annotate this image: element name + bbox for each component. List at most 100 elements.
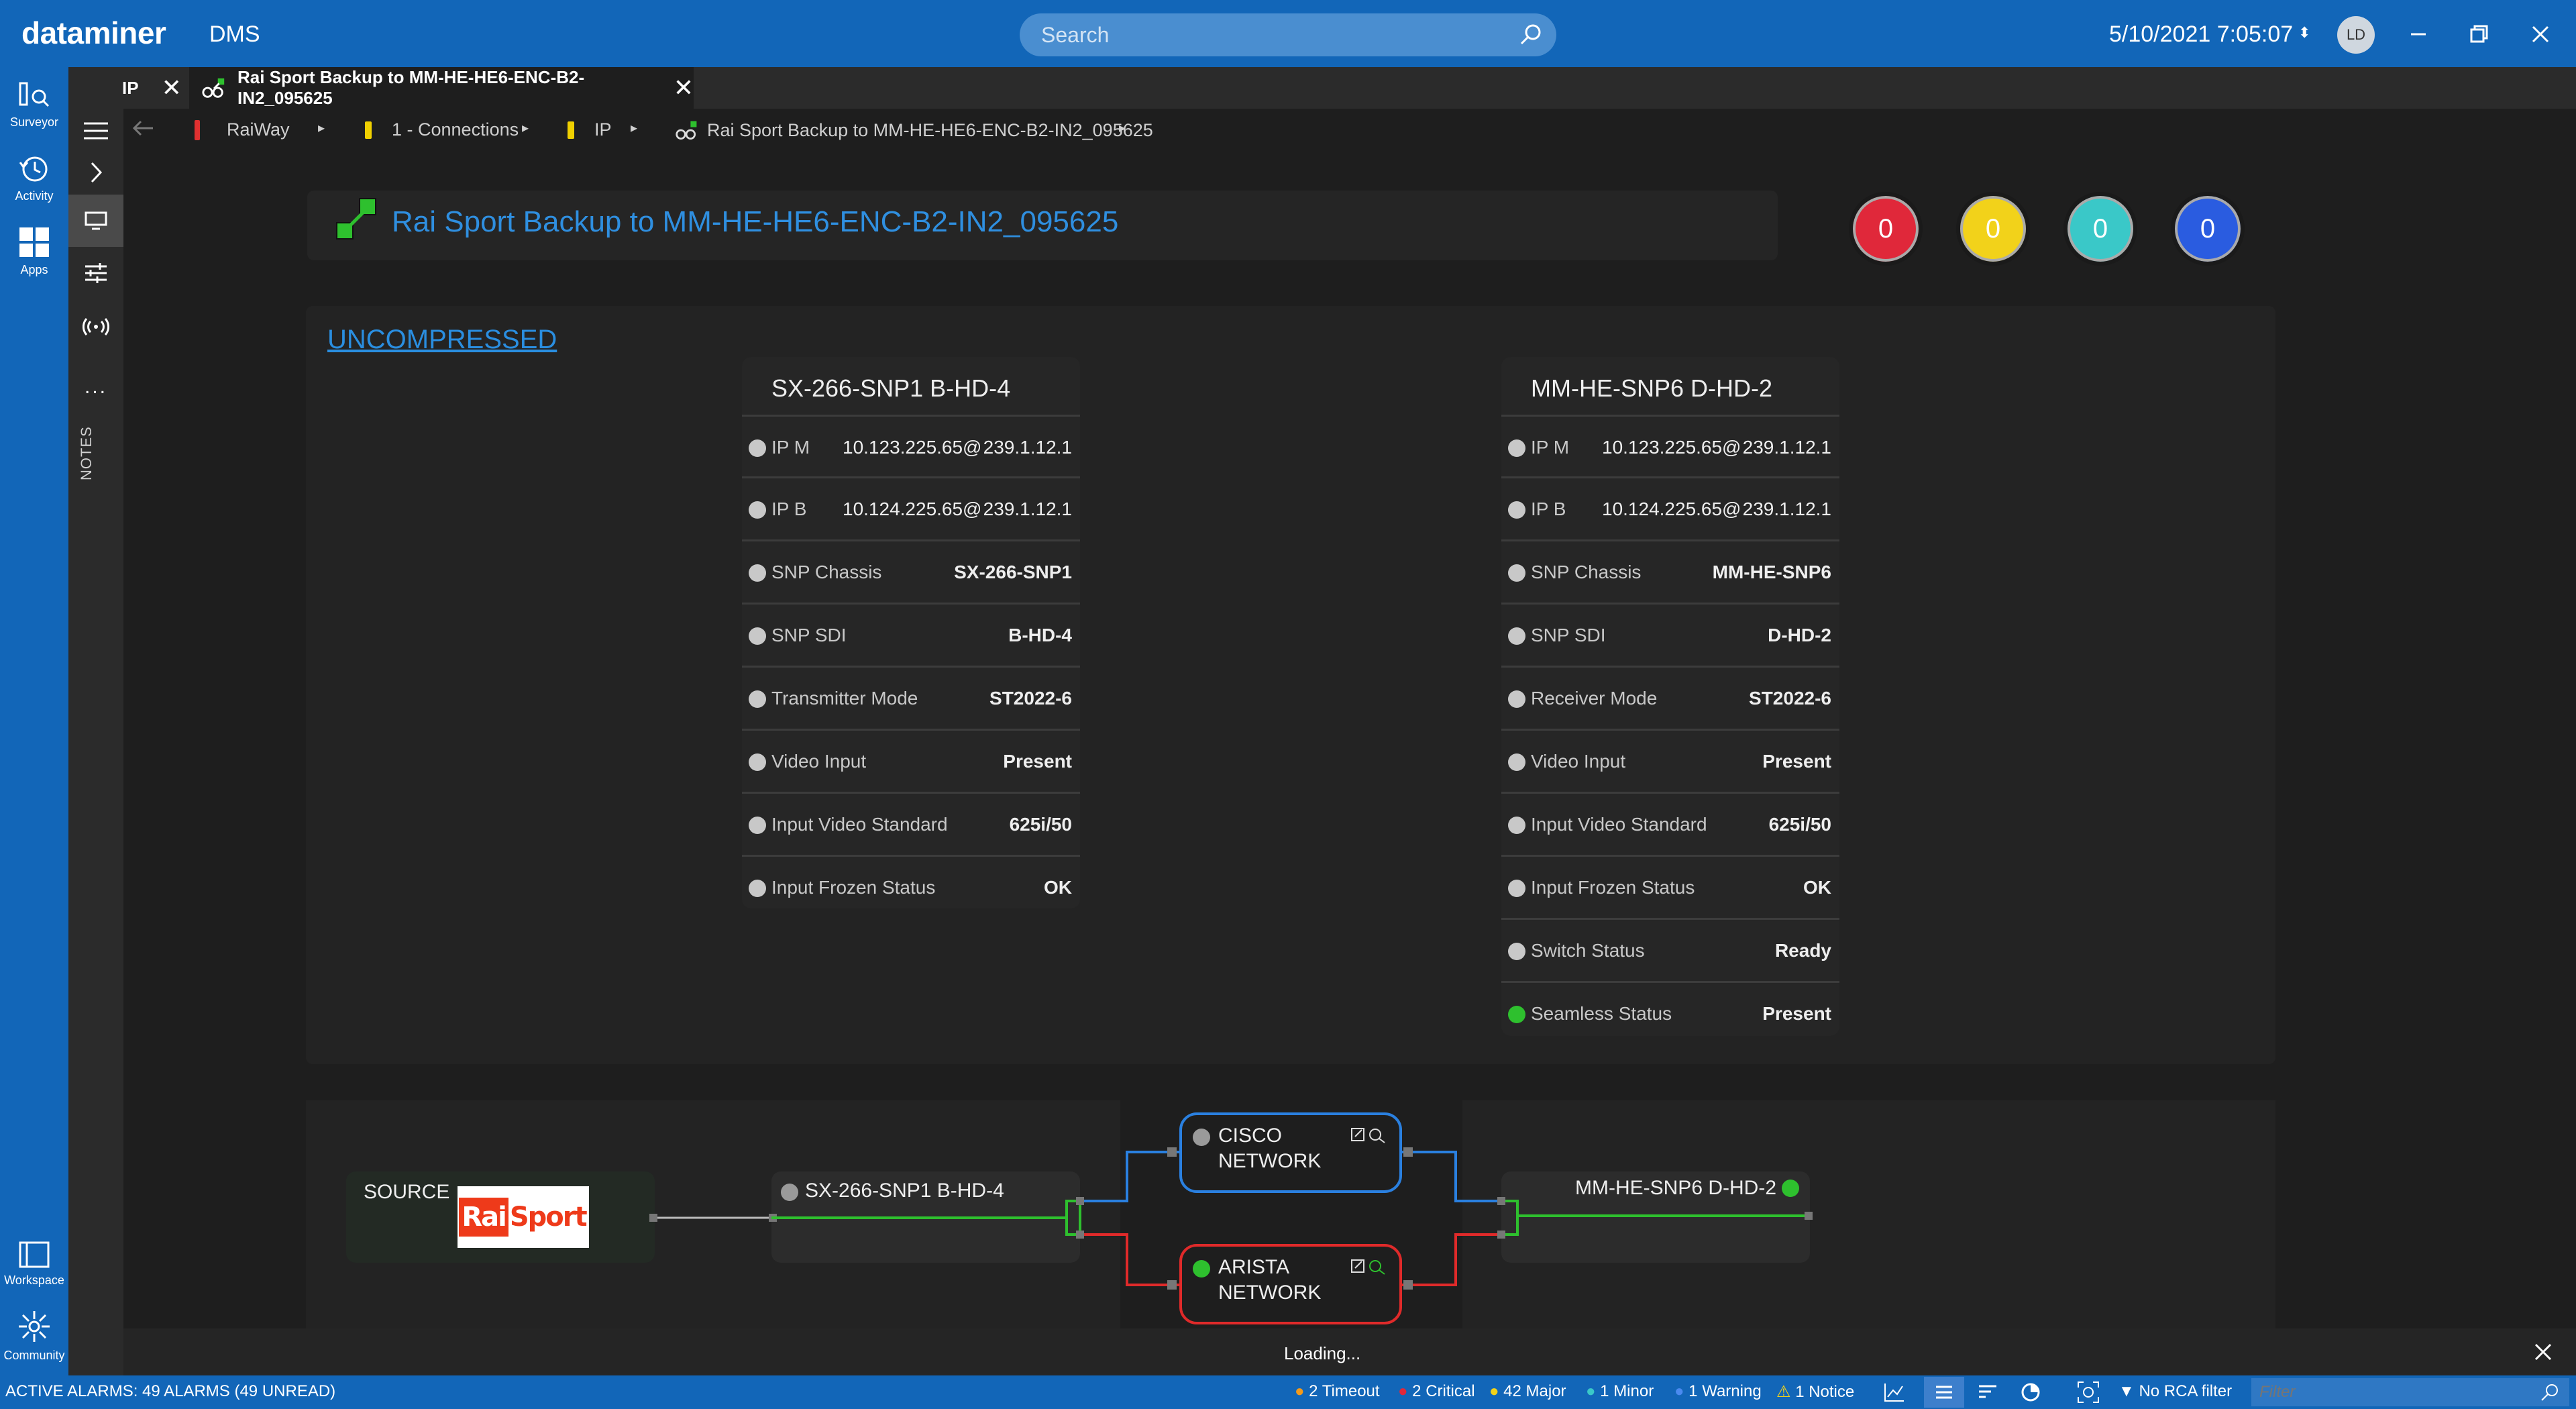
arista-network-node[interactable]: ARISTA NETWORK [1179, 1244, 1402, 1324]
network-tools-icon[interactable] [1350, 1257, 1387, 1276]
param-row: Input Frozen Status OK [1501, 855, 1839, 917]
cisco-network-label: NETWORK [1218, 1150, 1322, 1172]
minor-dot-icon: ● [1586, 1382, 1596, 1400]
minimize-icon[interactable] [2402, 17, 2435, 51]
rail-community-label: Community [3, 1349, 65, 1362]
broadcast-icon[interactable] [68, 301, 123, 353]
breadcrumb-connections-label: 1 - Connections [392, 119, 519, 140]
status-led-icon [1508, 627, 1525, 645]
timeout-count[interactable]: ● 2 Timeout [1295, 1382, 1380, 1401]
status-led-icon [1508, 817, 1525, 834]
param-value: Present [1003, 751, 1072, 772]
major-count[interactable]: ● 42 Major [1489, 1382, 1566, 1401]
breadcrumb-ip-label: IP [594, 119, 612, 140]
search-box[interactable] [1020, 13, 1556, 56]
breadcrumb-arrow-icon[interactable]: ▸ [1119, 119, 1126, 136]
breadcrumb-connections[interactable]: 1 - Connections [365, 119, 519, 140]
breadcrumb-ip[interactable]: IP [568, 119, 612, 140]
back-arrow-icon[interactable] [131, 118, 156, 138]
warning-alarm-count[interactable]: 0 [2171, 192, 2245, 266]
app-logo: dataminer [21, 15, 166, 50]
monitor-icon[interactable] [68, 195, 123, 247]
network-tools-icon[interactable] [1350, 1126, 1387, 1145]
rail-apps[interactable]: Apps [0, 225, 68, 277]
notice-count[interactable]: ⚠ 1 Notice [1776, 1382, 1854, 1402]
param-row: SNP Chassis MM-HE-SNP6 [1501, 539, 1839, 601]
close-icon[interactable] [2524, 17, 2557, 51]
rca-filter[interactable]: ▼ No RCA filter [2118, 1382, 2232, 1401]
list-view-button[interactable] [1924, 1377, 1964, 1408]
section-link-uncompressed[interactable]: UNCOMPRESSED [327, 325, 557, 355]
minor-count[interactable]: ● 1 Minor [1586, 1382, 1654, 1401]
tab-service[interactable]: Rai Sport Backup to MM-HE-HE6-ENC-B2-IN2… [189, 67, 694, 109]
page-title: Rai Sport Backup to MM-HE-HE6-ENC-B2-IN2… [392, 205, 1119, 238]
param-value: 10.123.225.65@ [1602, 437, 1741, 458]
notes-tab[interactable]: NOTES [78, 426, 95, 480]
param-row: SNP SDI D-HD-2 [1501, 603, 1839, 664]
cisco-network-node[interactable]: CISCO NETWORK [1179, 1112, 1402, 1193]
timeout-dot-icon: ● [1295, 1382, 1305, 1400]
tab-service-label: Rai Sport Backup to MM-HE-HE6-ENC-B2-IN2… [237, 67, 585, 108]
filter-box[interactable] [2251, 1378, 2569, 1406]
param-row: IP M 10.123.225.65@ 239.1.12.1 [1501, 415, 1839, 476]
tab-ip-close-icon[interactable]: ✕ [162, 74, 182, 102]
param-value: B-HD-4 [1008, 625, 1072, 645]
settings-sliders-icon[interactable] [68, 247, 123, 299]
service-icon [676, 121, 697, 140]
expand-chevron-icon[interactable] [68, 146, 123, 199]
breadcrumb-arrow-icon[interactable]: ▸ [318, 119, 325, 136]
param-value: 10.123.225.65@ [843, 437, 982, 458]
param-label: Video Input [1531, 751, 1626, 772]
param-label: IP M [771, 437, 810, 458]
status-led-icon [1508, 501, 1525, 519]
notice-warning-icon: ⚠ [1776, 1383, 1791, 1401]
rail-activity[interactable]: Activity [0, 153, 68, 203]
tab-service-close-icon[interactable]: ✕ [674, 74, 694, 102]
sort-icon[interactable] [1978, 1382, 1998, 1402]
close-loading-icon[interactable] [2532, 1341, 2555, 1363]
more-options-icon[interactable]: ... [85, 376, 107, 399]
search-icon[interactable] [1517, 21, 1544, 48]
param-value: 10.124.225.65@ [843, 499, 982, 519]
param-value: OK [1044, 877, 1072, 898]
breadcrumb-arrow-icon[interactable]: ▸ [522, 119, 529, 136]
param-label: SNP Chassis [1531, 562, 1642, 582]
status-led-icon [749, 564, 766, 582]
status-led-icon [1508, 943, 1525, 960]
param-row: Video Input Present [742, 729, 1080, 790]
minor-alarm-count[interactable]: 0 [2063, 192, 2137, 266]
arista-network-label: NETWORK [1218, 1282, 1322, 1304]
rca-filter-label: No RCA filter [2139, 1382, 2233, 1400]
param-row: SNP SDI B-HD-4 [742, 603, 1080, 664]
timeout-label: 2 Timeout [1309, 1382, 1380, 1400]
filter-funnel-icon: ▼ [2118, 1382, 2135, 1400]
critical-alarm-count[interactable]: 0 [1849, 192, 1923, 266]
search-input[interactable] [1020, 13, 1556, 56]
notice-label: 1 Notice [1795, 1383, 1855, 1401]
critical-count[interactable]: ● 2 Critical [1398, 1382, 1475, 1401]
list-view-icon [1936, 1386, 1952, 1399]
major-alarm-count[interactable]: 0 [1956, 192, 2030, 266]
rail-surveyor[interactable]: Surveyor [0, 79, 68, 129]
param-label: IP M [1531, 437, 1570, 458]
breadcrumb-raiway[interactable]: RaiWay [195, 119, 290, 140]
param-row: Receiver Mode ST2022-6 [1501, 666, 1839, 727]
filter-search-icon[interactable] [2540, 1382, 2560, 1402]
status-led-icon [749, 501, 766, 519]
avatar[interactable]: LD [2337, 16, 2375, 54]
restore-icon[interactable] [2462, 17, 2496, 51]
breadcrumb-service[interactable]: Rai Sport Backup to MM-HE-HE6-ENC-B2-IN2… [675, 119, 1153, 141]
major-label: 42 Major [1503, 1382, 1566, 1400]
status-led-icon [749, 439, 766, 457]
pie-chart-icon[interactable] [2021, 1382, 2041, 1402]
param-value: ST2022-6 [1749, 688, 1831, 709]
trend-chart-icon[interactable] [1884, 1382, 1905, 1402]
filter-input[interactable] [2251, 1378, 2520, 1406]
focus-icon[interactable] [2077, 1381, 2100, 1404]
active-alarms-text[interactable]: ACTIVE ALARMS: 49 ALARMS (49 UNREAD) [5, 1382, 335, 1401]
tab-ip[interactable]: IP ✕ [87, 67, 182, 109]
param-label: Transmitter Mode [771, 688, 918, 709]
breadcrumb-arrow-icon[interactable]: ▸ [631, 119, 637, 136]
warning-count[interactable]: ● 1 Warning [1674, 1382, 1762, 1401]
datetime-dropdown-icon[interactable]: ⬍ [2298, 24, 2310, 42]
